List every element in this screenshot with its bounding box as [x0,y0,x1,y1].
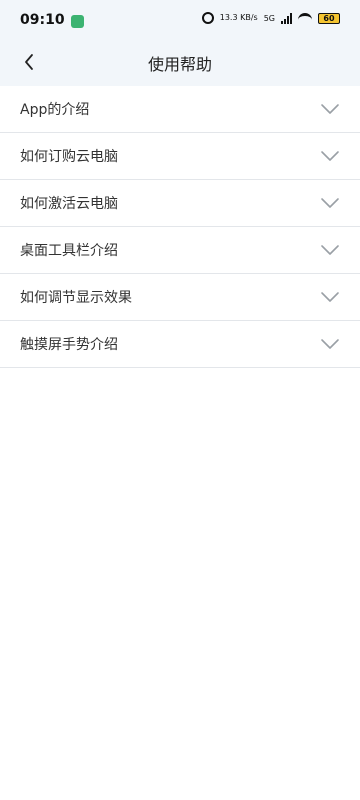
page-title: 使用帮助 [147,55,212,74]
help-item-label: 如何激活云电脑 [20,196,118,212]
signal-icon [281,12,292,24]
chevron-down-icon [314,194,340,212]
help-item-label: 桌面工具栏介绍 [20,243,118,259]
status-time: 09:10 [20,12,65,28]
help-item-label: 触摸屏手势介绍 [20,337,118,353]
help-item-order-cloud-pc[interactable]: 如何订购云电脑 [0,133,360,180]
top-area: 09:10 13.3 KB/s 5G 60 使用帮助 [0,0,360,86]
help-item-display-settings[interactable]: 如何调节显示效果 [0,274,360,321]
help-item-label: 如何调节显示效果 [20,290,132,306]
app-notification-icon [70,14,84,28]
help-list: App的介绍 如何订购云电脑 如何激活云电脑 桌面工具栏介绍 如何调节显示效果 … [0,86,360,368]
back-button[interactable] [16,49,42,75]
help-item-label: 如何订购云电脑 [20,149,118,165]
help-item-app-intro[interactable]: App的介绍 [0,86,360,133]
help-item-touch-gestures[interactable]: 触摸屏手势介绍 [0,321,360,368]
help-item-label: App的介绍 [20,102,90,118]
chevron-down-icon [314,288,340,306]
wifi-icon [298,13,312,23]
chevron-left-icon [25,54,33,70]
help-item-desktop-toolbar[interactable]: 桌面工具栏介绍 [0,227,360,274]
help-item-activate-cloud-pc[interactable]: 如何激活云电脑 [0,180,360,227]
battery-icon: 60 [318,12,340,24]
chevron-down-icon [314,100,340,118]
network-type: 5G [263,13,275,23]
nav-header: 使用帮助 [0,40,360,86]
status-bar: 09:10 13.3 KB/s 5G 60 [0,0,360,40]
chevron-down-icon [314,241,340,259]
alarm-icon [201,12,214,24]
status-icons: 13.3 KB/s 5G 60 [201,12,340,24]
network-speed: 13.3 KB/s [219,13,258,22]
chevron-down-icon [314,147,340,165]
chevron-down-icon [314,335,340,353]
